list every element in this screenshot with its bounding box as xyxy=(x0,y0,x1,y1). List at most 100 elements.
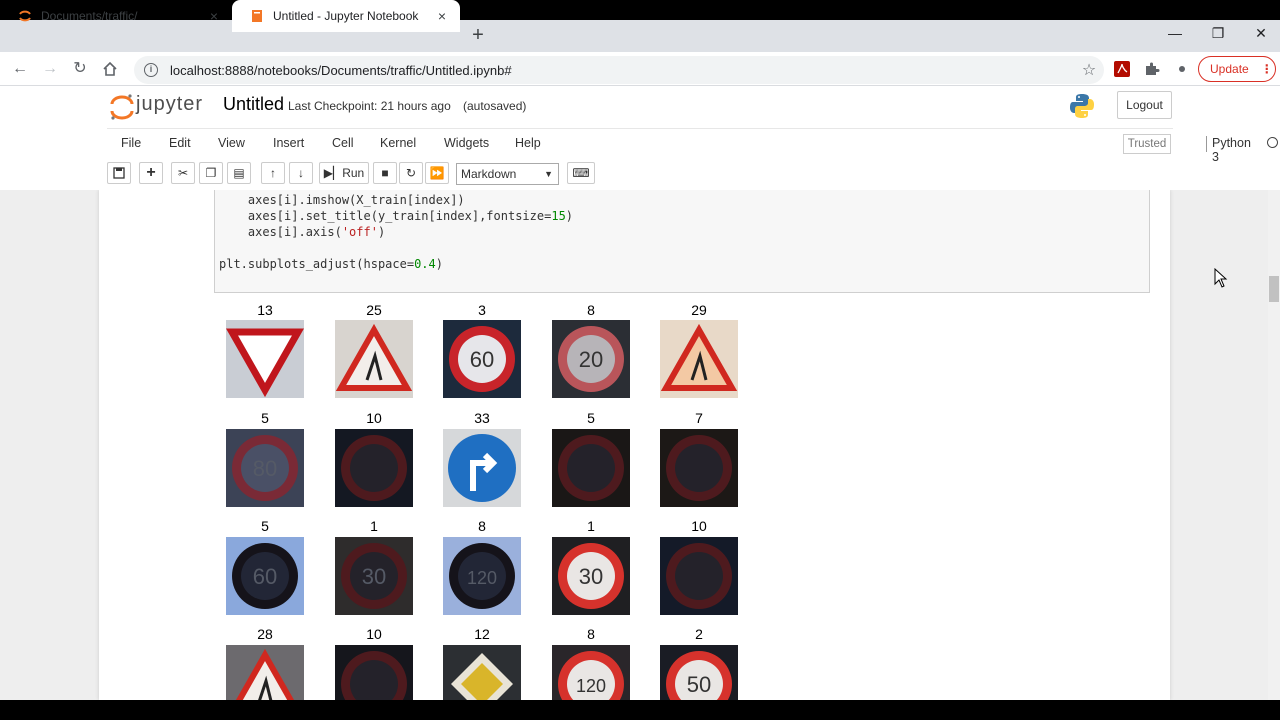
jupyter-header: jupyter Untitled Last Checkpoint: 21 hou… xyxy=(0,87,1280,128)
browser-tab-notebook[interactable]: Untitled - Jupyter Notebook × xyxy=(232,0,460,32)
browser-toolbar: ← → ↻ i localhost:8888/notebooks/Documen… xyxy=(0,52,1280,86)
command-palette-icon[interactable]: ⌨ xyxy=(567,162,595,184)
browser-update-button[interactable]: Update ⋮ xyxy=(1198,56,1276,82)
restart-icon[interactable]: ↻ xyxy=(399,162,423,184)
image-title-label: 7 xyxy=(695,410,703,426)
bookmark-star-icon[interactable]: ☆ xyxy=(1074,60,1104,80)
cell-type-value: Markdown xyxy=(461,167,517,181)
update-label: Update xyxy=(1210,62,1249,76)
scrollbar-thumb[interactable] xyxy=(1269,276,1279,302)
traffic-sign-image: 30 xyxy=(335,537,413,615)
code-line: axes[i].axis('off') xyxy=(219,225,386,239)
image-title-label: 3 xyxy=(478,302,486,318)
logout-button[interactable]: Logout xyxy=(1117,91,1172,119)
notebook-menubar: File Edit View Insert Cell Kernel Widget… xyxy=(107,128,1278,164)
code-line: axes[i].set_title(y_train[index],fontsiz… xyxy=(219,209,574,223)
restart-run-all-icon[interactable]: ⏩ xyxy=(425,162,449,184)
run-icon: ▶▏ xyxy=(323,166,343,180)
trusted-indicator[interactable]: Trusted xyxy=(1123,134,1171,154)
image-title-label: 10 xyxy=(366,410,382,426)
close-icon[interactable]: × xyxy=(430,8,454,24)
paste-icon[interactable]: ▤ xyxy=(227,162,251,184)
address-bar[interactable]: i localhost:8888/notebooks/Documents/tra… xyxy=(134,56,1104,84)
svg-text:50: 50 xyxy=(687,672,711,697)
minimize-icon[interactable]: — xyxy=(1153,20,1197,48)
menu-cell[interactable]: Cell xyxy=(332,136,354,150)
notebook-toolbar: + ✂ ❐ ▤ ↑ ↓ ▶▏Run ■ ↻ ⏩ Markdown ▼ ⌨ xyxy=(107,157,1173,190)
menu-file[interactable]: File xyxy=(121,136,141,150)
menu-help[interactable]: Help xyxy=(515,136,541,150)
move-up-icon[interactable]: ↑ xyxy=(261,162,285,184)
svg-text:30: 30 xyxy=(579,564,603,589)
site-info-icon[interactable]: i xyxy=(144,63,158,77)
back-icon[interactable]: ← xyxy=(9,58,31,80)
profile-icon[interactable] xyxy=(1173,60,1191,78)
svg-text:60: 60 xyxy=(253,564,277,589)
svg-text:120: 120 xyxy=(576,676,606,696)
url-text[interactable]: localhost:8888/notebooks/Documents/traff… xyxy=(170,63,1074,78)
menu-kernel[interactable]: Kernel xyxy=(380,136,416,150)
traffic-sign-image: 60 xyxy=(443,320,521,398)
move-down-icon[interactable]: ↓ xyxy=(289,162,313,184)
cut-icon[interactable]: ✂ xyxy=(171,162,195,184)
menu-widgets[interactable]: Widgets xyxy=(444,136,489,150)
run-button[interactable]: ▶▏Run xyxy=(319,162,369,184)
page-scrollbar[interactable] xyxy=(1268,190,1280,700)
reload-icon[interactable]: ↻ xyxy=(69,58,91,80)
menu-view[interactable]: View xyxy=(218,136,245,150)
more-menu-icon[interactable]: ⋮ xyxy=(1261,62,1273,76)
traffic-sign-image xyxy=(660,320,738,398)
image-title-label: 8 xyxy=(587,626,595,642)
interrupt-icon[interactable]: ■ xyxy=(373,162,397,184)
image-title-label: 8 xyxy=(478,518,486,534)
image-title-label: 5 xyxy=(261,410,269,426)
pdf-extension-icon[interactable] xyxy=(1113,60,1131,78)
tab-title: Documents/traffic/ xyxy=(41,9,138,23)
browser-tab-documents[interactable]: Documents/traffic/ × xyxy=(0,0,232,32)
traffic-sign-image xyxy=(443,429,521,507)
menu-insert[interactable]: Insert xyxy=(273,136,304,150)
traffic-sign-image xyxy=(660,537,738,615)
kernel-name[interactable]: Python 3 xyxy=(1206,136,1251,164)
tab-title: Untitled - Jupyter Notebook xyxy=(273,9,419,23)
kernel-idle-icon xyxy=(1267,137,1278,148)
autosave-status: (autosaved) xyxy=(463,99,527,113)
jupyter-wordmark[interactable]: jupyter xyxy=(136,93,203,116)
image-title-label: 5 xyxy=(261,518,269,534)
traffic-sign-image: 60 xyxy=(226,537,304,615)
home-icon[interactable] xyxy=(99,58,121,80)
checkpoint-status: Last Checkpoint: 21 hours ago xyxy=(288,99,451,113)
insert-cell-icon[interactable]: + xyxy=(139,162,163,184)
copy-icon[interactable]: ❐ xyxy=(199,162,223,184)
run-label: Run xyxy=(342,166,365,180)
menu-edit[interactable]: Edit xyxy=(169,136,191,150)
forward-icon[interactable]: → xyxy=(39,58,61,80)
image-title-label: 10 xyxy=(691,518,707,534)
traffic-sign-image xyxy=(552,429,630,507)
image-title-label: 29 xyxy=(691,302,707,318)
new-tab-button[interactable]: + xyxy=(466,20,490,52)
close-icon[interactable]: × xyxy=(202,8,226,24)
python-logo-icon xyxy=(1070,94,1094,118)
window-close-icon[interactable]: ✕ xyxy=(1239,20,1280,48)
traffic-sign-image xyxy=(660,429,738,507)
chevron-down-icon: ▼ xyxy=(544,169,553,179)
image-title-label: 33 xyxy=(474,410,490,426)
save-icon[interactable] xyxy=(107,162,131,184)
image-title-label: 1 xyxy=(370,518,378,534)
restore-icon[interactable]: ❐ xyxy=(1196,20,1240,48)
cell-type-select[interactable]: Markdown ▼ xyxy=(456,163,559,185)
notebook-favicon-icon xyxy=(250,9,264,23)
traffic-sign-image: 80 xyxy=(226,429,304,507)
notebook-name[interactable]: Untitled xyxy=(223,94,284,115)
traffic-sign-image xyxy=(226,320,304,398)
image-title-label: 28 xyxy=(257,626,273,642)
traffic-sign-image xyxy=(335,429,413,507)
traffic-sign-image xyxy=(335,320,413,398)
mouse-cursor-icon xyxy=(1214,268,1228,288)
image-title-label: 2 xyxy=(695,626,703,642)
extensions-puzzle-icon[interactable] xyxy=(1143,60,1161,78)
jupyter-favicon-icon xyxy=(18,9,32,23)
code-line: axes[i].imshow(X_train[index]) xyxy=(219,193,465,207)
svg-text:30: 30 xyxy=(362,564,386,589)
